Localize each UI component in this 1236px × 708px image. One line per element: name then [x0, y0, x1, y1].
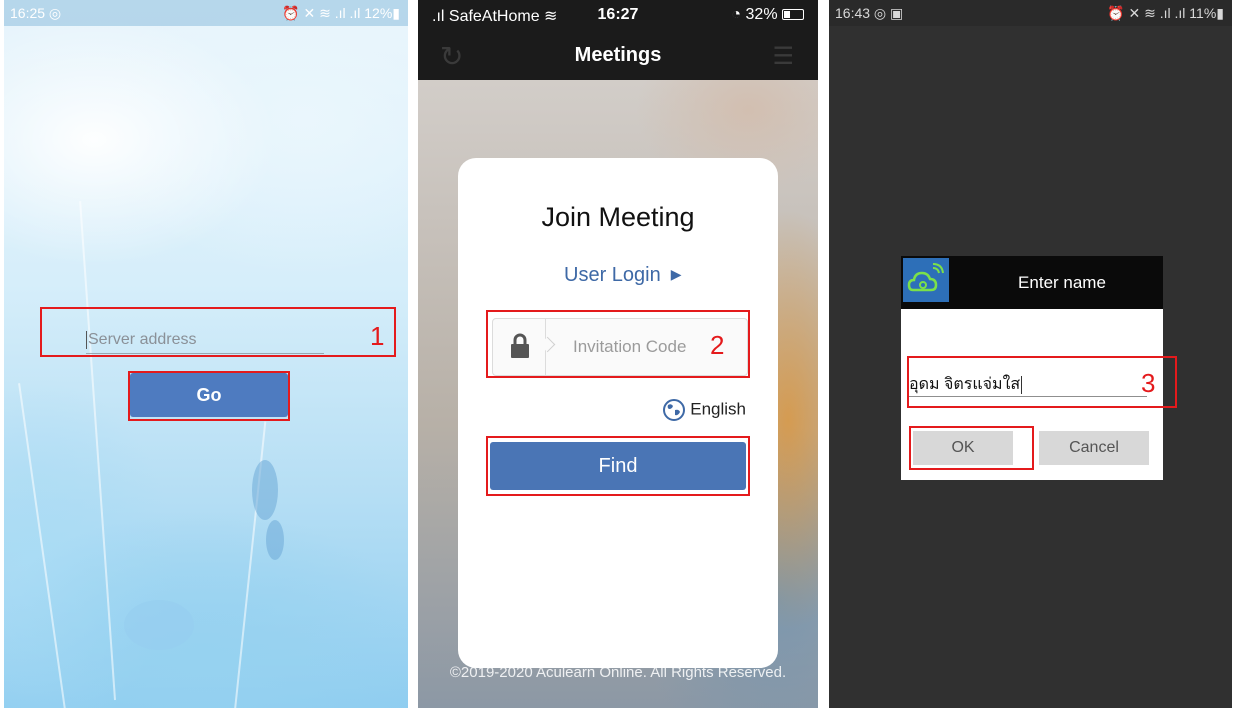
status-bar: 16:25 ◎ ⏰ ✕ ≋ .ıl .ıl 12%▮ [4, 0, 408, 26]
cancel-button[interactable]: Cancel [1039, 431, 1149, 465]
background-stem [18, 383, 66, 708]
nav-bar: .ıl SafeAtHome ≋ 16:27 ◔ 32% ↻ Meetings … [418, 0, 818, 80]
background-flower [266, 520, 284, 560]
list-icon[interactable]: ☰ [772, 42, 794, 71]
status-icons: ⏰ ✕ ≋ .ıl .ıl 11%▮ [1107, 5, 1224, 21]
annotation-box-go [128, 371, 290, 421]
language-selector[interactable]: English [662, 398, 746, 422]
join-meeting-screen: .ıl SafeAtHome ≋ 16:27 ◔ 32% ↻ Meetings … [418, 0, 818, 708]
status-icons: ⏰ ✕ ≋ .ıl .ıl 12%▮ [282, 5, 400, 21]
annotation-box-ok [909, 426, 1034, 470]
status-battery: ◔ 32% [731, 6, 804, 24]
background-stem [79, 201, 116, 701]
status-time: 16:43 ◎ ▣ [835, 5, 904, 21]
page-title: Meetings [574, 44, 662, 66]
annotation-box-3 [907, 356, 1177, 408]
user-login-label: User Login [564, 264, 661, 286]
join-meeting-card: Join Meeting User Login ▶ Invitation Code… [458, 158, 778, 668]
status-time: 16:25 ◎ [10, 5, 62, 21]
annotation-number-1: 1 [370, 321, 385, 351]
background-flower [124, 600, 194, 650]
play-arrow-icon: ▶ [670, 266, 682, 282]
annotation-number-3: 3 [1141, 368, 1156, 398]
battery-icon [782, 9, 804, 21]
language-label: English [690, 399, 746, 419]
battery-text: ◔ 32% [731, 6, 778, 23]
server-login-screen: 16:25 ◎ ⏰ ✕ ≋ .ıl .ıl 12%▮ Server addres… [4, 0, 408, 708]
annotation-box-1 [40, 307, 396, 357]
user-login-link[interactable]: User Login ▶ [564, 264, 682, 287]
app-logo-icon [903, 258, 949, 302]
globe-icon [663, 399, 686, 421]
join-meeting-title: Join Meeting [541, 202, 695, 232]
status-bar: 16:43 ◎ ▣ ⏰ ✕ ≋ .ıl .ıl 11%▮ [829, 0, 1232, 26]
enter-name-screen: 16:43 ◎ ▣ ⏰ ✕ ≋ .ıl .ıl 11%▮ Enter name … [829, 0, 1232, 708]
dialog-header: Enter name [901, 256, 1163, 309]
annotation-number-2: 2 [710, 330, 725, 360]
copyright-text: ©2019-2020 Aculearn Online. All Rights R… [449, 664, 787, 681]
dialog-title: Enter name [1018, 273, 1106, 292]
background-flower [252, 460, 278, 520]
annotation-box-find [486, 436, 750, 496]
